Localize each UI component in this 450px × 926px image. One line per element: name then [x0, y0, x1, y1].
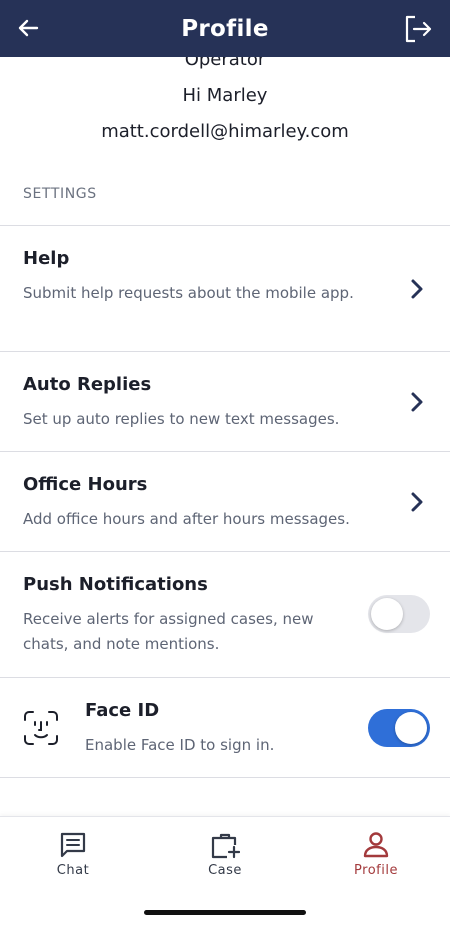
settings-item-face-id: Face ID Enable Face ID to sign in.: [0, 677, 450, 778]
settings-item-description: Submit help requests about the mobile ap…: [23, 284, 354, 302]
face-id-toggle[interactable]: [368, 709, 430, 747]
back-button[interactable]: [12, 12, 44, 44]
user-role: Operator: [184, 57, 266, 70]
settings-item-description: Receive alerts for assigned cases, new c…: [23, 610, 314, 653]
settings-section-label: SETTINGS: [23, 186, 97, 202]
settings-item-title: Push Notifications: [23, 574, 208, 595]
face-id-icon: [24, 711, 58, 745]
nav-item-case[interactable]: Case: [165, 831, 285, 881]
header-bar: Profile: [0, 0, 450, 57]
settings-item-title: Auto Replies: [23, 374, 152, 395]
settings-item-help[interactable]: Help Submit help requests about the mobi…: [0, 225, 450, 351]
home-indicator: [144, 910, 306, 915]
arrow-left-icon: [18, 19, 39, 37]
nav-label: Case: [208, 863, 242, 878]
settings-item-description: Add office hours and after hours message…: [23, 510, 350, 528]
settings-item-title: Face ID: [85, 700, 160, 721]
profile-icon: [363, 832, 389, 858]
settings-item-auto-replies[interactable]: Auto Replies Set up auto replies to new …: [0, 351, 450, 451]
toggle-knob: [395, 712, 427, 744]
settings-item-description: Set up auto replies to new text messages…: [23, 410, 340, 428]
case-add-icon: [211, 833, 240, 859]
page-title: Profile: [181, 15, 269, 42]
chat-icon: [60, 832, 86, 858]
nav-label: Chat: [56, 863, 90, 878]
chevron-right-icon: [411, 279, 423, 299]
user-greeting: Hi Marley: [182, 85, 268, 106]
settings-item-title: Office Hours: [23, 474, 148, 495]
push-notifications-toggle[interactable]: [368, 595, 430, 633]
settings-item-push-notifications: Push Notifications Receive alerts for as…: [0, 551, 450, 677]
profile-screen: Profile Operator Hi Marley matt.cordell@…: [0, 0, 450, 926]
settings-item-description: Enable Face ID to sign in.: [85, 736, 275, 754]
nav-item-chat[interactable]: Chat: [13, 831, 133, 881]
logout-button[interactable]: [402, 12, 434, 46]
nav-label: Profile: [354, 863, 398, 878]
chevron-right-icon: [411, 492, 423, 512]
profile-info: Operator Hi Marley matt.cordell@himarley…: [0, 57, 450, 157]
user-email: matt.cordell@himarley.com: [101, 121, 349, 142]
toggle-knob: [371, 598, 403, 630]
settings-item-title: Help: [23, 248, 70, 269]
settings-item-office-hours[interactable]: Office Hours Add office hours and after …: [0, 451, 450, 551]
chevron-right-icon: [411, 392, 423, 412]
nav-item-profile[interactable]: Profile: [316, 831, 436, 881]
logout-icon: [405, 15, 432, 43]
